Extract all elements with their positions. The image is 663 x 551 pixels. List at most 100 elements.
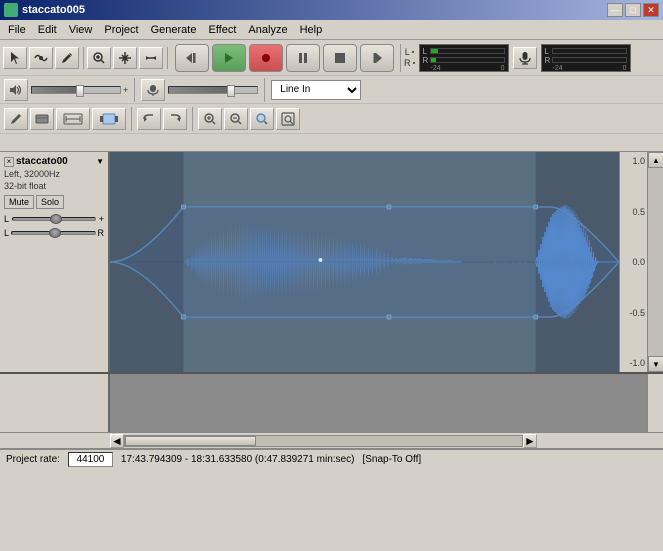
waveform-display[interactable] — [110, 152, 619, 372]
title-text: staccato005 — [4, 3, 85, 17]
draw-tool-button[interactable] — [55, 47, 79, 69]
track-close-button[interactable]: × — [4, 157, 14, 167]
menu-effect[interactable]: Effect — [202, 22, 242, 38]
scroll-up-button[interactable]: ▲ — [648, 152, 663, 168]
vu-scale-high: 0 — [501, 65, 505, 72]
mic-input-icon[interactable] — [141, 79, 165, 101]
separator-4 — [192, 107, 193, 131]
h-scroll-track[interactable] — [124, 435, 523, 447]
menu-view[interactable]: View — [63, 22, 99, 38]
vu-meters: L R L R — [404, 44, 631, 72]
app-icon — [4, 3, 18, 17]
gain-row: L + — [4, 213, 104, 225]
zoom-fit-button[interactable] — [56, 108, 90, 130]
y-axis-scale: 1.0 0.5 0.0 -0.5 -1.0 — [619, 152, 647, 372]
vu-scale2-high: 0 — [623, 65, 627, 72]
zoom-in-button[interactable] — [198, 108, 222, 130]
toolbar-row-3 — [0, 104, 663, 134]
mic-gain-slider[interactable] — [168, 86, 258, 94]
scroll-right-button[interactable]: ► — [523, 434, 537, 448]
status-bar: Project rate: 44100 17:43.794309 - 18:31… — [0, 448, 663, 468]
menu-project[interactable]: Project — [98, 22, 144, 38]
fast-forward-button[interactable] — [360, 44, 394, 72]
pan-row: L R — [4, 227, 104, 239]
zoom-in-tool-button[interactable] — [87, 47, 111, 69]
multi-tool-button[interactable] — [139, 47, 163, 69]
gain-label: L — [4, 214, 9, 224]
zoom-out-button[interactable] — [224, 108, 248, 130]
pan-left-label: L — [4, 228, 9, 238]
scroll-down-button[interactable]: ▼ — [648, 356, 663, 372]
zoom-selection-button[interactable] — [250, 108, 274, 130]
timeline-ruler: 20:00 21:00 22:00 23:00 24:00 25:00 — [0, 134, 663, 152]
track-name: staccato00 — [16, 156, 94, 167]
mute-button[interactable]: Mute — [4, 195, 34, 209]
selection-info: 17:43.794309 - 18:31.633580 (0:47.839271… — [121, 454, 355, 465]
scroll-track[interactable] — [648, 168, 663, 356]
speaker-icon[interactable] — [4, 79, 28, 101]
menu-generate[interactable]: Generate — [145, 22, 203, 38]
select-tool-button[interactable] — [3, 47, 27, 69]
empty-track-header — [0, 374, 110, 432]
input-source-select[interactable]: Line In — [271, 80, 361, 100]
gain-right-label: + — [99, 214, 104, 224]
gain-slider[interactable] — [12, 213, 96, 225]
zoom-project-button[interactable] — [276, 108, 300, 130]
vu-right-meter: L R -24 0 — [541, 44, 631, 72]
track-dropdown-arrow[interactable]: ▼ — [96, 157, 104, 166]
pause-button[interactable] — [286, 44, 320, 72]
zoom-group — [87, 47, 168, 69]
audio-clip-button[interactable] — [30, 108, 54, 130]
menu-analyze[interactable]: Analyze — [242, 22, 293, 38]
volume-slider[interactable] — [31, 86, 121, 94]
mic-icon[interactable] — [513, 47, 537, 69]
y-axis-0.0: 0.0 — [622, 257, 645, 267]
main-track-area: × staccato00 ▼ Left, 32000Hz 32-bit floa… — [0, 152, 663, 372]
empty-scrollbar-right — [647, 374, 663, 432]
transport-group — [171, 44, 401, 72]
rewind-button[interactable] — [175, 44, 209, 72]
play-button[interactable] — [212, 44, 246, 72]
undo-button[interactable] — [137, 108, 161, 130]
stop-button[interactable] — [323, 44, 357, 72]
project-rate-value: 44100 — [68, 452, 113, 467]
menu-edit[interactable]: Edit — [32, 22, 63, 38]
vu-right-label: R — [404, 58, 411, 68]
window-title: staccato005 — [22, 4, 85, 16]
vu-scale-low: -24 — [431, 65, 441, 72]
pan-tool-button[interactable] — [113, 47, 137, 69]
track-info-2: 32-bit float — [4, 181, 104, 191]
snap-to-label: [Snap-To Off] — [362, 454, 421, 465]
solo-button[interactable]: Solo — [36, 195, 64, 209]
separator-1 — [134, 78, 135, 102]
separator-3 — [131, 107, 132, 131]
toolbar-row-1: L R L R — [0, 40, 663, 76]
waveform-container: 1.0 0.5 0.0 -0.5 -1.0 ▲ ▼ — [110, 152, 663, 372]
minimize-button[interactable]: — — [607, 3, 623, 17]
title-bar: staccato005 — □ ✕ — [0, 0, 663, 20]
menu-help[interactable]: Help — [294, 22, 329, 38]
trim-audio-button[interactable] — [92, 108, 126, 130]
volume-control: + — [31, 85, 128, 95]
pan-slider[interactable] — [11, 227, 95, 239]
empty-area — [0, 372, 663, 432]
vertical-scrollbar: ▲ ▼ — [647, 152, 663, 372]
y-axis-neg0.5: -0.5 — [622, 308, 645, 318]
envelope-tool-button[interactable] — [29, 47, 53, 69]
record-button[interactable] — [249, 44, 283, 72]
close-button[interactable]: ✕ — [643, 3, 659, 17]
mic-gain-control — [168, 86, 258, 94]
redo-button[interactable] — [163, 108, 187, 130]
vu-left-meter: L R -24 0 — [419, 44, 509, 72]
scroll-left-button[interactable]: ◄ — [110, 434, 124, 448]
maximize-button[interactable]: □ — [625, 3, 641, 17]
separator-2 — [264, 78, 265, 102]
title-buttons: — □ ✕ — [607, 3, 659, 17]
track-header: × staccato00 ▼ Left, 32000Hz 32-bit floa… — [0, 152, 110, 372]
h-scroll-thumb[interactable] — [125, 436, 256, 446]
menu-bar: File Edit View Project Generate Effect A… — [0, 20, 663, 40]
menu-file[interactable]: File — [2, 22, 32, 38]
edit-pencil-button[interactable] — [4, 108, 28, 130]
track-title-row: × staccato00 ▼ — [4, 156, 104, 167]
vu-left-label: L — [405, 47, 410, 57]
